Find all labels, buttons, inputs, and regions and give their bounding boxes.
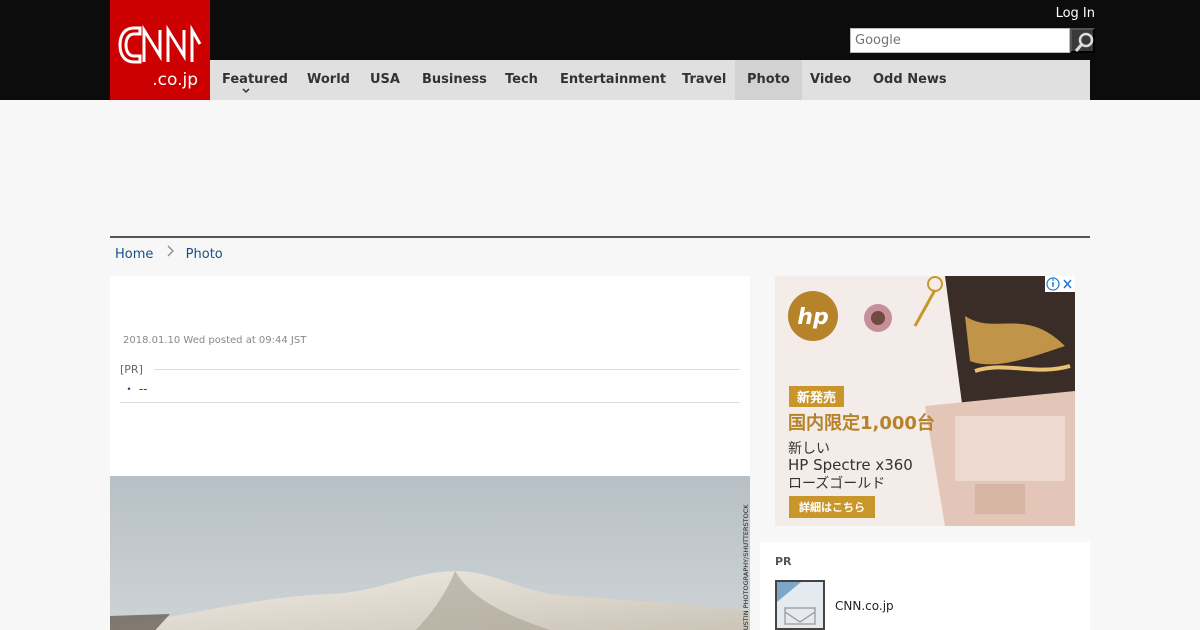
chevron-right-icon	[167, 245, 174, 257]
cnn-logo[interactable]: .co.jp	[110, 0, 210, 100]
mail-icon	[777, 582, 823, 628]
ad-choices-icon	[1046, 277, 1072, 291]
cnn-logo-icon	[118, 24, 202, 64]
search-button[interactable]	[1070, 28, 1095, 53]
top-header: .co.jp Log In Featured World USA Busines…	[0, 0, 1200, 100]
nav-world[interactable]: World	[295, 60, 362, 100]
nav-tech[interactable]: Tech	[493, 60, 550, 100]
ad-details-button[interactable]: 詳細はこちら	[789, 496, 875, 518]
hp-advertisement[interactable]: hp 新発売 国内限定1,000台 新しい HP Spectre x360 ロー…	[775, 276, 1075, 526]
main-nav: Featured World USA Business Tech Enterta…	[210, 60, 1090, 100]
logo-subtext: .co.jp	[152, 70, 198, 90]
ad-product: HP Spectre x360	[788, 456, 913, 474]
divider	[154, 369, 740, 370]
ad-text: 新しい	[788, 441, 830, 457]
nav-odd-news[interactable]: Odd News	[861, 60, 959, 100]
breadcrumb-divider	[110, 236, 1090, 238]
login-link[interactable]: Log In	[1056, 6, 1095, 21]
article-panel: 2018.01.10 Wed posted at 09:44 JST [PR] …	[110, 276, 750, 630]
nav-travel[interactable]: Travel	[670, 60, 738, 100]
posted-date: 2018.01.10 Wed posted at 09:44 JST	[123, 335, 307, 346]
svg-text:JUSTIN PHOTOGRAPHY/SHUTTERSTOC: JUSTIN PHOTOGRAPHY/SHUTTERSTOCK	[742, 504, 750, 630]
article-photo: JUSTIN PHOTOGRAPHY/SHUTTERSTOCK	[110, 476, 750, 630]
breadcrumb: Home Photo	[115, 244, 223, 262]
ad-tag: 新発売	[789, 386, 845, 407]
breadcrumb-current[interactable]: Photo	[186, 247, 223, 262]
search-input[interactable]	[850, 28, 1070, 53]
nav-usa[interactable]: USA	[358, 60, 412, 100]
breadcrumb-home[interactable]: Home	[115, 247, 153, 262]
nav-featured[interactable]: Featured	[210, 60, 300, 100]
nav-label: Featured	[222, 72, 288, 87]
ad-color: ローズゴールド	[788, 476, 886, 492]
nav-photo[interactable]: Photo	[735, 60, 802, 100]
divider	[120, 402, 740, 403]
search-icon	[1074, 32, 1094, 52]
pr-box: PR CNN.co.jp	[760, 542, 1090, 630]
photo-credit: JUSTIN PHOTOGRAPHY/SHUTTERSTOCK	[742, 504, 750, 630]
svg-text:hp: hp	[797, 305, 828, 330]
nav-business[interactable]: Business	[410, 60, 499, 100]
nav-entertainment[interactable]: Entertainment	[548, 60, 678, 100]
nav-video[interactable]: Video	[798, 60, 863, 100]
ad-choices[interactable]	[1045, 276, 1075, 292]
chevron-down-icon	[242, 88, 250, 94]
pr-box-title: PR	[775, 555, 792, 568]
pr-link[interactable]: ・ --	[123, 380, 147, 397]
pr-label: [PR]	[120, 363, 143, 376]
pr-item-name[interactable]: CNN.co.jp	[835, 599, 894, 613]
pr-thumbnail[interactable]	[775, 580, 825, 630]
desert-dune-image	[110, 476, 750, 630]
ad-headline: 国内限定1,000台	[788, 413, 935, 434]
